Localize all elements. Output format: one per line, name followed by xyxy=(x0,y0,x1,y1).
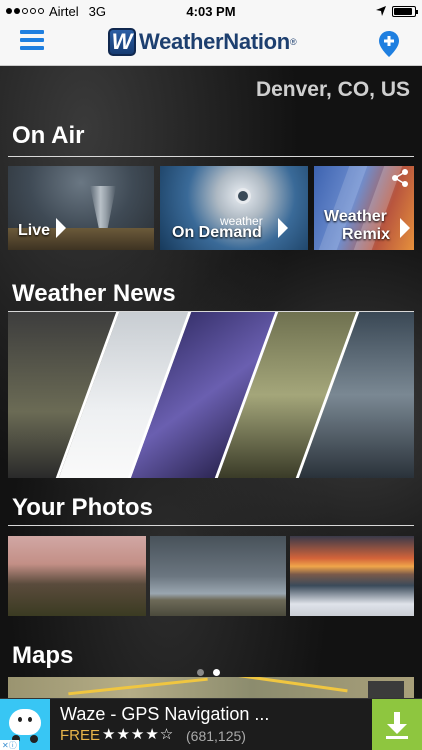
app-header: W WeatherNation ® xyxy=(0,22,422,66)
play-arrow-icon xyxy=(400,218,410,238)
weather-remix-label-line2: Remix xyxy=(342,226,391,243)
section-divider xyxy=(8,156,414,157)
on-demand-label: On Demand xyxy=(172,224,262,241)
on-demand-tile[interactable]: weather On Demand xyxy=(160,166,308,250)
photo-tile[interactable] xyxy=(290,536,414,616)
map-road xyxy=(228,677,348,693)
ad-rating-stars: ★★★★☆ xyxy=(102,726,175,743)
location-arrow-icon xyxy=(376,6,386,16)
weather-news-tile[interactable] xyxy=(8,312,414,478)
location-pin-icon[interactable] xyxy=(378,30,400,58)
status-time: 4:03 PM xyxy=(186,3,236,19)
battery-level xyxy=(394,7,412,15)
location-label: Denver, CO, US xyxy=(255,78,410,101)
photo-tile[interactable] xyxy=(150,536,286,616)
section-divider xyxy=(8,525,414,526)
ad-price: FREE xyxy=(60,727,101,744)
status-bar: Airtel 3G 4:03 PM xyxy=(0,0,422,22)
logo-registered-mark: ® xyxy=(289,37,297,47)
ad-choices-icon[interactable]: ✕ⓘ xyxy=(0,740,19,750)
on-air-title: On Air xyxy=(12,122,85,149)
live-tile[interactable]: Live xyxy=(8,166,154,250)
maps-tile[interactable] xyxy=(8,677,414,698)
battery-icon xyxy=(392,5,418,17)
weather-remix-tile[interactable]: Weather Remix xyxy=(314,166,414,250)
maps-title: Maps xyxy=(12,642,74,669)
download-button[interactable] xyxy=(372,699,422,750)
page-indicator xyxy=(197,669,220,676)
page-dot xyxy=(197,669,204,676)
weather-news-title: Weather News xyxy=(12,280,176,307)
expand-icon[interactable] xyxy=(368,681,404,698)
share-icon[interactable] xyxy=(390,168,410,188)
page-dot-active xyxy=(213,669,220,676)
weather-remix-label-line1: Weather xyxy=(324,208,387,225)
main-content[interactable]: Denver, CO, US On Air Live weather On De… xyxy=(0,66,422,698)
logo-badge: W xyxy=(108,28,136,56)
play-arrow-icon xyxy=(278,218,288,238)
logo-text: WeatherNation xyxy=(139,29,290,54)
ad-review-count: (681,125) xyxy=(186,728,246,744)
ad-title: Waze - GPS Navigation ... xyxy=(60,704,270,724)
ad-banner[interactable]: ✕ⓘ Waze - GPS Navigation ... FREE ★★★★☆ … xyxy=(0,698,422,750)
your-photos-title: Your Photos xyxy=(12,494,153,521)
download-arrow-icon xyxy=(386,712,408,739)
app-logo: W WeatherNation ® xyxy=(108,28,297,56)
live-label: Live xyxy=(18,222,51,239)
photo-tile[interactable] xyxy=(8,536,146,616)
map-road xyxy=(68,677,208,696)
play-arrow-icon xyxy=(56,218,66,238)
hurricane-eye-image xyxy=(235,188,251,204)
hamburger-menu-icon[interactable] xyxy=(20,30,44,54)
waze-app-icon: ✕ⓘ xyxy=(0,699,50,750)
